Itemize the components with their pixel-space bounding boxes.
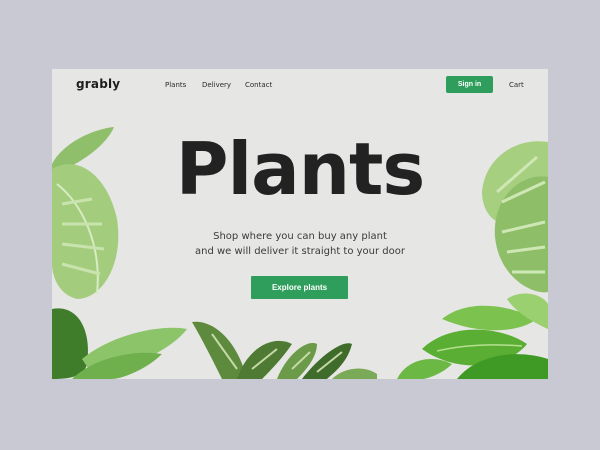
pothos-leaves-bottom-right (397, 293, 548, 379)
brand-logo[interactable]: grably (76, 77, 120, 91)
nav-link-contact[interactable]: Contact (245, 81, 272, 89)
cart-link[interactable]: Cart (509, 81, 524, 89)
top-nav: grably Plants Delivery Contact Sign in C… (52, 69, 548, 101)
sign-in-button[interactable]: Sign in (446, 76, 493, 93)
explore-plants-button[interactable]: Explore plants (251, 276, 348, 299)
hero-subtitle-line-1: Shop where you can buy any plant (213, 231, 387, 242)
hero-title: Plants (175, 127, 426, 211)
dark-leaf-bottom-left (52, 308, 187, 379)
nav-link-plants[interactable]: Plants (165, 81, 186, 89)
nav-link-delivery[interactable]: Delivery (202, 81, 231, 89)
landing-page-frame: grably Plants Delivery Contact Sign in C… (52, 69, 548, 379)
hero-subtitle-line-2: and we will deliver it straight to your … (195, 246, 405, 257)
calathea-bush-bottom-center (192, 321, 377, 379)
